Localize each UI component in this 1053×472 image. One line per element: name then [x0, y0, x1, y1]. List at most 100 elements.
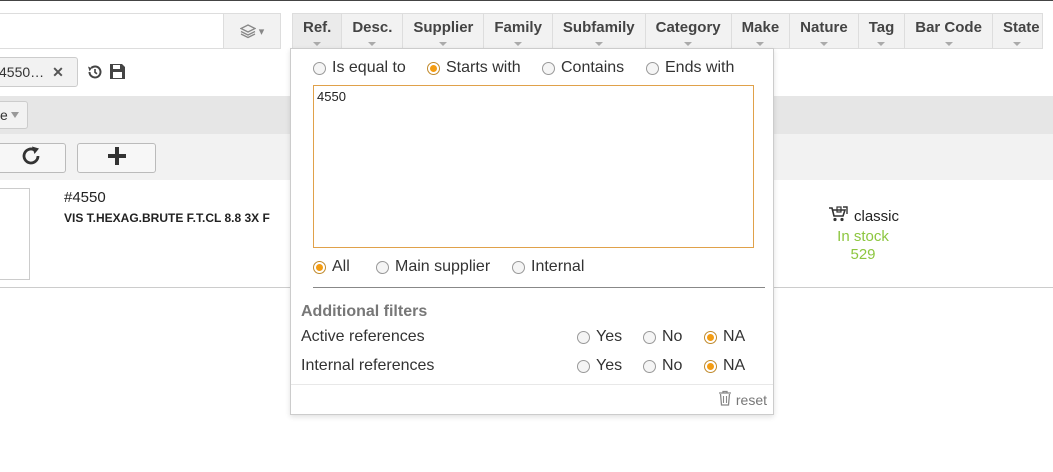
radio-internal[interactable]: Internal — [512, 258, 584, 276]
chip-label: 4550… — [0, 64, 45, 80]
additional-filters-title: Additional filters — [301, 303, 428, 320]
caret-icon — [439, 42, 448, 46]
radio-label: Yes — [596, 328, 623, 345]
radio-label: No — [662, 328, 683, 345]
tab-label: Tag — [868, 19, 895, 36]
layers-icon — [239, 23, 256, 39]
tab-desc[interactable]: Desc. — [342, 13, 404, 49]
search-input[interactable] — [0, 13, 223, 49]
scope-group: All Main supplier Internal — [313, 258, 584, 276]
radio-label: Main supplier — [395, 258, 491, 275]
view-selector[interactable]: e — [0, 101, 28, 129]
add-button[interactable] — [77, 143, 156, 173]
selector-value: e — [0, 107, 8, 123]
cart-icon — [828, 206, 848, 226]
internal-references-yes[interactable]: Yes — [577, 357, 643, 375]
radio-label: NA — [723, 328, 746, 345]
top-rule — [0, 0, 1053, 5]
active-references-no[interactable]: No — [643, 328, 704, 346]
radio-button[interactable] — [577, 359, 590, 373]
tab-label: Nature — [800, 19, 848, 36]
caret-icon — [944, 42, 953, 46]
reset-button[interactable]: reset — [718, 390, 767, 409]
radio-label: Yes — [596, 357, 623, 374]
radio-button[interactable] — [704, 359, 717, 373]
radio-contains[interactable]: Contains — [542, 59, 646, 77]
radio-button[interactable] — [643, 330, 656, 344]
caret-icon — [514, 42, 523, 46]
caret-icon — [313, 42, 322, 46]
active-references-group: Yes No NA — [577, 328, 745, 346]
tab-label: Ref. — [303, 19, 332, 36]
refresh-icon — [20, 145, 42, 172]
popup-divider — [313, 287, 765, 288]
ref-query-input[interactable]: 4550 — [313, 85, 754, 248]
active-filter-chip[interactable]: 4550… ✕ — [0, 57, 78, 87]
tab-make[interactable]: Make — [731, 13, 791, 49]
radio-ends-with[interactable]: Ends with — [646, 59, 734, 77]
tab-label: Desc. — [352, 19, 393, 36]
caret-icon — [877, 42, 886, 46]
reset-label: reset — [735, 391, 767, 408]
tab-supplier[interactable]: Supplier — [403, 13, 485, 49]
radio-button[interactable] — [376, 260, 389, 274]
refresh-button[interactable] — [0, 143, 66, 173]
radio-label: Ends with — [665, 59, 735, 76]
radio-button[interactable] — [542, 61, 555, 75]
caret-icon — [368, 42, 377, 46]
tab-nature[interactable]: Nature — [790, 13, 859, 49]
radio-button[interactable] — [313, 61, 326, 75]
tab-tag[interactable]: Tag — [858, 13, 906, 49]
radio-label: All — [332, 258, 350, 275]
tab-family[interactable]: Family — [484, 13, 553, 49]
tab-label: Supplier — [413, 19, 474, 36]
product-nature: classic — [828, 206, 899, 226]
internal-references-label: Internal references — [301, 357, 435, 374]
caret-icon — [594, 42, 603, 46]
stock-quantity: 529 — [850, 246, 876, 263]
radio-button[interactable] — [646, 61, 659, 75]
tab-label: Bar Code — [915, 19, 982, 36]
tab-label: Subfamily — [562, 19, 635, 36]
stock-status: In stock 529 — [820, 228, 906, 264]
tab-state[interactable]: State — [992, 13, 1043, 49]
close-icon[interactable]: ✕ — [52, 64, 64, 81]
radio-button[interactable] — [643, 359, 656, 373]
tab-category[interactable]: Category — [645, 13, 732, 49]
chevron-down-icon: ▾ — [258, 25, 265, 38]
plus-icon — [106, 145, 128, 172]
radio-button[interactable] — [427, 61, 440, 75]
ref-filter-popup: Is equal to Starts with Contains Ends wi… — [290, 48, 774, 415]
history-icon[interactable] — [86, 63, 104, 86]
tab-ref[interactable]: Ref. — [292, 13, 343, 49]
radio-is-equal-to[interactable]: Is equal to — [313, 59, 427, 77]
nature-label: classic — [854, 207, 900, 225]
product-ref[interactable]: #4550 — [64, 189, 106, 206]
radio-button[interactable] — [512, 260, 525, 274]
active-references-na[interactable]: NA — [704, 328, 745, 346]
tab-bar-code[interactable]: Bar Code — [905, 13, 993, 49]
product-description: VIS T.HEXAG.BRUTE F.T.CL 8.8 3X F — [64, 211, 270, 225]
tab-label: State — [1002, 19, 1040, 36]
trash-icon — [718, 390, 732, 409]
caret-icon — [756, 42, 765, 46]
caret-icon — [819, 42, 828, 46]
radio-button[interactable] — [577, 330, 590, 344]
caret-icon — [684, 42, 693, 46]
internal-references-na[interactable]: NA — [704, 357, 745, 375]
internal-references-no[interactable]: No — [643, 357, 704, 375]
tab-subfamily[interactable]: Subfamily — [552, 13, 646, 49]
radio-button[interactable] — [704, 330, 717, 344]
radio-starts-with[interactable]: Starts with — [427, 59, 542, 77]
radio-label: No — [662, 357, 683, 374]
active-references-yes[interactable]: Yes — [577, 328, 643, 346]
save-icon[interactable] — [109, 63, 126, 85]
layers-dropdown-button[interactable]: ▾ — [223, 13, 281, 49]
tab-label: Category — [655, 19, 721, 36]
product-thumbnail[interactable] — [0, 188, 30, 280]
radio-label: Starts with — [446, 59, 521, 76]
chevron-down-icon — [10, 112, 19, 118]
radio-main-supplier[interactable]: Main supplier — [376, 258, 512, 276]
radio-button[interactable] — [313, 260, 326, 274]
radio-all[interactable]: All — [313, 258, 376, 276]
